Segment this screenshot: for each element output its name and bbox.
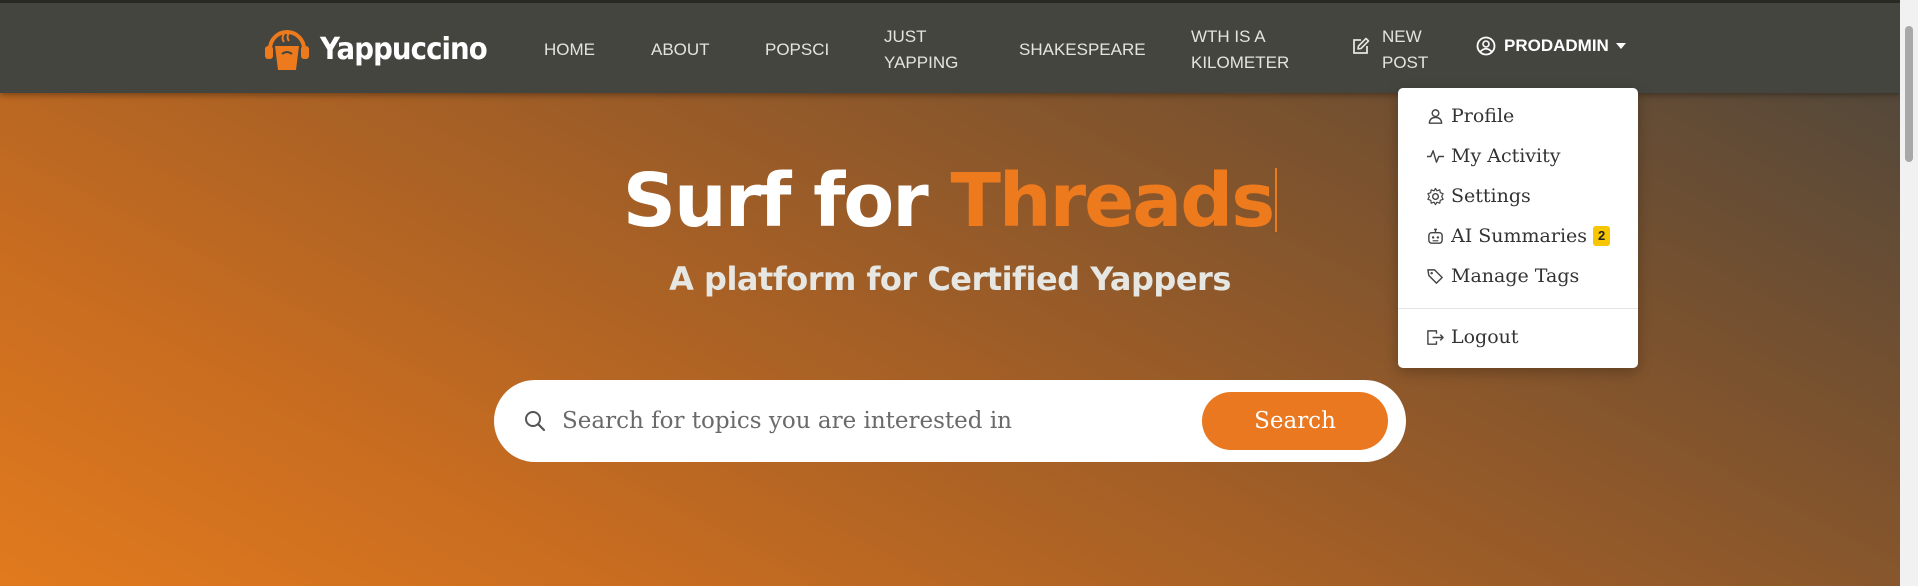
- page-scrollbar[interactable]: [1900, 0, 1918, 586]
- nav-wth-line1: WTH IS A: [1191, 27, 1266, 46]
- nav-just-yapping[interactable]: JUST YAPPING: [884, 24, 958, 76]
- dropdown-item-my-activity[interactable]: My Activity: [1426, 141, 1560, 171]
- dropdown-label-settings: Settings: [1451, 185, 1531, 207]
- dropdown-label-my-activity: My Activity: [1451, 145, 1561, 167]
- user-icon: [1428, 108, 1443, 124]
- typing-cursor: [1275, 168, 1278, 232]
- robot-icon: [1428, 228, 1443, 244]
- scrollbar-thumb[interactable]: [1905, 26, 1913, 162]
- nav-home[interactable]: HOME: [544, 37, 595, 63]
- ai-summaries-count-badge: 2: [1593, 226, 1611, 246]
- nav-about[interactable]: ABOUT: [651, 37, 710, 63]
- headline-white-text: Surf for: [622, 158, 951, 244]
- user-dropdown-menu: Profile My Activity Settings AI Summarie…: [1398, 88, 1638, 368]
- coffee-cup-headphones-icon: [265, 30, 309, 70]
- dropdown-label-logout: Logout: [1451, 326, 1519, 348]
- search-icon: [525, 411, 546, 432]
- search-input[interactable]: [562, 398, 1162, 444]
- user-name: PRODADMIN: [1504, 36, 1609, 55]
- nav-new-post-line2: POST: [1382, 53, 1429, 72]
- nav-wth-line2: KILOMETER: [1191, 53, 1290, 72]
- dropdown-item-manage-tags[interactable]: Manage Tags: [1426, 261, 1579, 291]
- nav-just-yapping-line1: JUST: [884, 27, 927, 46]
- headline-orange-text: Threads: [950, 158, 1275, 244]
- logout-icon: [1427, 329, 1444, 345]
- nav-just-yapping-line2: YAPPING: [884, 53, 959, 72]
- nav-shakespeare[interactable]: SHAKESPEARE: [1019, 37, 1146, 63]
- dropdown-label-profile: Profile: [1451, 105, 1515, 127]
- edit-icon: [1353, 37, 1370, 54]
- brand[interactable]: Yappuccino: [262, 24, 501, 74]
- nav-popsci[interactable]: POPSCI: [765, 37, 829, 63]
- nav-new-post[interactable]: NEW POST: [1352, 24, 1428, 76]
- chevron-down-icon: [1615, 43, 1626, 49]
- dropdown-label-ai-summaries: AI Summaries: [1451, 225, 1588, 247]
- search-button[interactable]: Search: [1202, 392, 1388, 450]
- navbar: Yappuccino HOME ABOUT POPSCI JUST YAPPIN…: [0, 3, 1900, 93]
- dropdown-item-profile[interactable]: Profile: [1426, 101, 1514, 131]
- brand-name: Yappuccino: [320, 31, 488, 67]
- nav-new-post-line1: NEW: [1382, 27, 1422, 46]
- gear-icon: [1427, 187, 1444, 205]
- dropdown-item-logout[interactable]: Logout: [1426, 322, 1519, 352]
- dropdown-item-settings[interactable]: Settings: [1426, 181, 1531, 211]
- activity-icon: [1426, 149, 1445, 163]
- dropdown-divider: [1398, 308, 1638, 309]
- dropdown-label-manage-tags: Manage Tags: [1451, 265, 1580, 287]
- dropdown-item-ai-summaries[interactable]: AI Summaries 2: [1426, 221, 1611, 251]
- tags-icon: [1427, 268, 1443, 284]
- nav-wth-kilometer[interactable]: WTH IS A KILOMETER: [1191, 24, 1289, 76]
- user-circle-icon: [1476, 36, 1496, 56]
- user-menu-toggle[interactable]: PRODADMIN: [1476, 36, 1626, 56]
